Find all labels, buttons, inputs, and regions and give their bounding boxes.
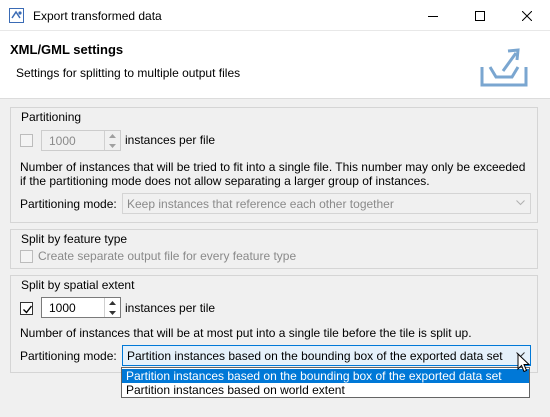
close-icon (522, 10, 532, 21)
mouse-cursor-icon (517, 352, 531, 375)
chevron-down-icon (109, 310, 116, 315)
checkmark-icon (23, 305, 33, 314)
instances-per-tile-label: instances per tile (125, 301, 216, 315)
chevron-up-icon (109, 133, 116, 138)
partitioning-group: Partitioning 1000 instances per file Num… (10, 107, 538, 223)
partitioning-count-value: 1000 (49, 134, 76, 148)
export-icon (474, 41, 534, 93)
partitioning-count-spinner[interactable]: 1000 (41, 130, 121, 151)
feature-type-legend: Split by feature type (21, 232, 128, 246)
spatial-mode-select[interactable]: Partition instances based on the boundin… (122, 345, 531, 366)
spatial-spin-buttons (104, 298, 120, 317)
close-button[interactable] (504, 0, 550, 31)
partitioning-help-line-1: Number of instances that will be tried t… (20, 160, 526, 174)
spatial-extent-checkbox[interactable] (20, 302, 33, 315)
minimize-button[interactable] (410, 0, 456, 31)
partitioning-help-line-2: if the partitioning mode does not allow … (20, 174, 430, 188)
partitioning-checkbox[interactable] (20, 134, 33, 147)
spin-up-button[interactable] (105, 298, 120, 307)
partitioning-mode-value: Keep instances that reference each other… (127, 197, 394, 211)
feature-type-group: Split by feature type Create separate ou… (10, 229, 538, 269)
maximize-button[interactable] (457, 0, 503, 31)
spin-down-button[interactable] (105, 308, 120, 317)
page-description: Settings for splitting to multiple outpu… (16, 66, 241, 80)
spin-up-button[interactable] (105, 131, 120, 140)
spatial-help-text: Number of instances that will be at most… (20, 326, 472, 340)
dropdown-option-bounding-box[interactable]: Partition instances based on the boundin… (122, 369, 529, 383)
minimize-icon (428, 15, 438, 17)
partitioning-spin-buttons (104, 131, 120, 150)
spatial-extent-group: Split by spatial extent 1000 instances p… (10, 275, 538, 373)
title-bar: Export transformed data (0, 0, 550, 31)
chevron-down-icon (109, 143, 116, 148)
partitioning-mode-label: Partitioning mode: (20, 197, 117, 211)
spatial-mode-dropdown-list: Partition instances based on the boundin… (121, 367, 530, 398)
spatial-count-spinner[interactable]: 1000 (41, 297, 121, 318)
maximize-icon (475, 10, 485, 21)
chevron-down-icon (516, 200, 525, 206)
partitioning-mode-select[interactable]: Keep instances that reference each other… (122, 193, 531, 214)
spatial-mode-value: Partition instances based on the boundin… (127, 349, 503, 363)
window-title: Export transformed data (33, 9, 162, 23)
feature-type-checkbox[interactable] (20, 250, 33, 263)
page-title: XML/GML settings (10, 42, 124, 57)
instances-per-file-label: instances per file (125, 133, 216, 147)
spatial-count-value: 1000 (49, 301, 76, 315)
app-icon (9, 8, 24, 23)
spatial-extent-legend: Split by spatial extent (21, 278, 135, 292)
partitioning-legend: Partitioning (21, 110, 82, 124)
spatial-mode-label: Partitioning mode: (20, 349, 117, 363)
spin-down-button[interactable] (105, 141, 120, 150)
wizard-header: XML/GML settings Settings for splitting … (0, 31, 550, 99)
feature-type-checkbox-label: Create separate output file for every fe… (38, 249, 297, 263)
chevron-up-icon (109, 300, 116, 305)
dropdown-option-world-extent[interactable]: Partition instances based on world exten… (122, 383, 529, 397)
